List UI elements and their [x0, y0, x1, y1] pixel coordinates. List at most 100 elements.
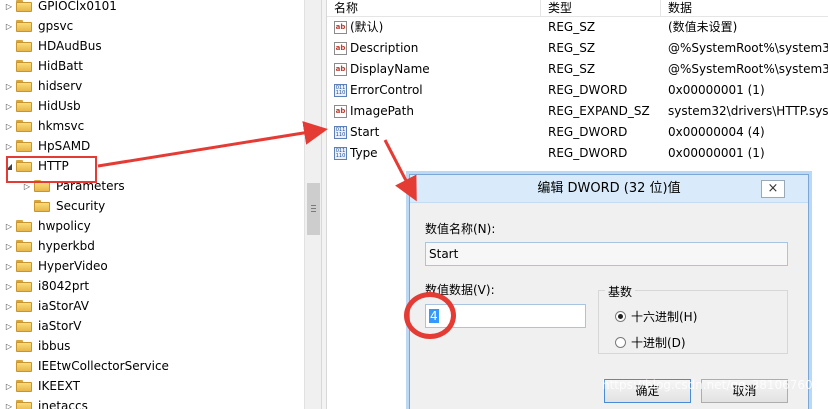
expand-arrow-icon[interactable]: ▷	[4, 121, 14, 131]
expand-arrow-icon[interactable]	[22, 201, 32, 211]
folder-icon	[16, 120, 32, 132]
column-header-data[interactable]: 数据	[661, 0, 828, 17]
expand-arrow-icon[interactable]: ▷	[4, 341, 14, 351]
tree-item-label: iaStorAV	[38, 299, 89, 313]
tree-item[interactable]: ▷ hyperkbd	[4, 236, 95, 256]
value-name-label: 数值名称(N):	[425, 222, 496, 236]
tree-item-label: ibbus	[38, 339, 71, 353]
expand-arrow-icon[interactable]	[4, 61, 14, 71]
expand-arrow-icon[interactable]: ▷	[4, 221, 14, 231]
value-row-start[interactable]: 011 110 Start REG_DWORD 0x00000004 (4)	[327, 122, 828, 143]
folder-icon	[16, 220, 32, 232]
tree-item[interactable]: ▷ gpsvc	[4, 16, 73, 36]
tree-scrollbar[interactable]	[304, 0, 321, 409]
tree-item-label: gpsvc	[38, 19, 74, 33]
base-groupbox: 基数 十六进制(H) 十进制(D)	[598, 283, 788, 354]
value-row[interactable]: ab ImagePath REG_EXPAND_SZ system32\driv…	[327, 101, 828, 122]
folder-icon	[16, 80, 32, 92]
values-header: 名称 类型 数据	[327, 0, 828, 17]
value-row[interactable]: 011 110 Type REG_DWORD 0x00000001 (1)	[327, 143, 828, 164]
expand-arrow-icon[interactable]: ▷	[4, 241, 14, 251]
tree-item[interactable]: ▷ GPIOClx0101	[4, 0, 117, 16]
tree-item[interactable]: HDAudBus	[4, 36, 102, 56]
value-name-field[interactable]: Start	[425, 242, 788, 266]
radio-selected-icon	[615, 311, 626, 322]
tree-item-label: hkmsvc	[38, 119, 85, 133]
folder-icon	[16, 280, 32, 292]
tree-item[interactable]: ▷ hwpolicy	[4, 216, 91, 236]
expand-arrow-icon[interactable]: ▷	[4, 101, 14, 111]
expand-arrow-icon[interactable]: ▷	[4, 21, 14, 31]
tree-item[interactable]: ▷ iaStorV	[4, 316, 82, 336]
tree-item-label: HyperVideo	[38, 259, 108, 273]
tree-item[interactable]: ▷ iaStorAV	[4, 296, 89, 316]
expand-arrow-icon[interactable]: ▷	[4, 1, 14, 11]
folder-icon	[16, 380, 32, 392]
expand-arrow-icon[interactable]	[4, 41, 14, 51]
expand-arrow-icon[interactable]: ▷	[4, 141, 14, 151]
grip-icon	[311, 205, 316, 206]
value-name: Start	[350, 125, 380, 139]
hex-label: 十六进制(H)	[631, 310, 698, 324]
edit-dword-dialog[interactable]: 编辑 DWORD (32 位)值 × 数值名称(N): Start 数值数据(V…	[409, 174, 809, 409]
grip-icon	[311, 208, 316, 209]
tree-item[interactable]: IEEtwCollectorService	[4, 356, 169, 376]
dialog-title: 编辑 DWORD (32 位)值	[537, 181, 681, 196]
expand-arrow-icon[interactable]	[4, 361, 14, 371]
expand-arrow-icon[interactable]: ▷	[4, 401, 14, 409]
column-header-type[interactable]: 类型	[541, 0, 661, 17]
value-data-highlight-circle	[404, 292, 456, 339]
value-row[interactable]: ab (默认) REG_SZ (数值未设置)	[327, 17, 828, 38]
tree-item[interactable]: Security	[22, 196, 105, 216]
dialog-titlebar[interactable]: 编辑 DWORD (32 位)值 ×	[410, 175, 808, 203]
scrollbar-thumb[interactable]	[307, 183, 320, 235]
tree-item[interactable]: ▷ ibbus	[4, 336, 71, 356]
value-type: REG_DWORD	[548, 83, 628, 97]
value-name: ErrorControl	[350, 83, 423, 97]
folder-icon	[16, 60, 32, 72]
hex-radio[interactable]: 十六进制(H)	[615, 308, 697, 325]
value-data: (数值未设置)	[668, 20, 738, 34]
tree-item[interactable]: ▷ i8042prt	[4, 276, 89, 296]
tree-item[interactable]: ▷ IKEEXT	[4, 376, 80, 396]
decimal-label: 十进制(D)	[631, 336, 686, 350]
base-label: 基数	[605, 283, 636, 300]
expand-arrow-icon[interactable]: ▷	[4, 81, 14, 91]
value-data: system32\drivers\HTTP.sys	[668, 104, 828, 118]
binary-value-icon: 011 110	[334, 147, 347, 160]
decimal-radio[interactable]: 十进制(D)	[615, 334, 686, 351]
value-data: @%SystemRoot%\system32	[668, 62, 828, 76]
value-row[interactable]: ab DisplayName REG_SZ @%SystemRoot%\syst…	[327, 59, 828, 80]
column-header-name[interactable]: 名称	[327, 0, 541, 17]
value-type: REG_EXPAND_SZ	[548, 104, 650, 118]
watermark: https://blog.csdn.net/qq_38106760	[602, 378, 812, 392]
folder-icon	[16, 240, 32, 252]
tree-item[interactable]: ▷ HyperVideo	[4, 256, 108, 276]
expand-arrow-icon[interactable]: ▷	[4, 261, 14, 271]
folder-icon	[16, 140, 32, 152]
tree-item[interactable]: ▷ HpSAMD	[4, 136, 90, 156]
tree-item[interactable]: ▷ inetaccs	[4, 396, 88, 409]
tree-item[interactable]: ▷ hidserv	[4, 76, 82, 96]
string-value-icon: ab	[334, 21, 347, 34]
tree-item-label: IEEtwCollectorService	[38, 359, 169, 373]
value-name: ImagePath	[350, 104, 414, 118]
value-name: Type	[350, 146, 378, 160]
value-type: REG_DWORD	[548, 146, 628, 160]
value-type: REG_SZ	[548, 41, 596, 55]
binary-value-icon: 011 110	[334, 126, 347, 139]
expand-arrow-icon[interactable]: ▷	[4, 301, 14, 311]
tree-item[interactable]: ▷ hkmsvc	[4, 116, 84, 136]
expand-arrow-icon[interactable]: ▷	[4, 381, 14, 391]
tree-item-label: HpSAMD	[38, 139, 91, 153]
value-row[interactable]: 011 110 ErrorControl REG_DWORD 0x00000001…	[327, 80, 828, 101]
tree-item[interactable]: ▷ HidUsb	[4, 96, 81, 116]
close-icon[interactable]: ×	[761, 180, 785, 198]
registry-tree[interactable]: ▷ GPIOClx0101 ▷ gpsvc HDAudBus HidBatt ▷…	[0, 0, 304, 409]
expand-arrow-icon[interactable]: ▷	[4, 281, 14, 291]
tree-item-label: HDAudBus	[38, 39, 102, 53]
expand-arrow-icon[interactable]: ▷	[4, 321, 14, 331]
registry-editor: ▷ GPIOClx0101 ▷ gpsvc HDAudBus HidBatt ▷…	[0, 0, 828, 409]
value-row[interactable]: ab Description REG_SZ @%SystemRoot%\syst…	[327, 38, 828, 59]
tree-item[interactable]: HidBatt	[4, 56, 83, 76]
